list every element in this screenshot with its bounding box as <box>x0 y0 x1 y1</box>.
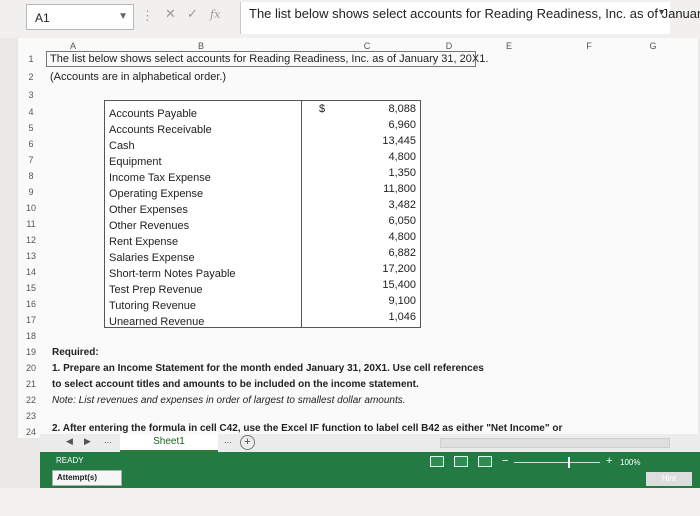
more-sheets-right[interactable]: ... <box>224 435 232 445</box>
row-header-14[interactable]: 14 <box>18 267 44 277</box>
row-header-10[interactable]: 10 <box>18 203 44 213</box>
account-name: Accounts Receivable <box>109 124 212 136</box>
required-line-3: 2. After entering the formula in cell C4… <box>52 423 563 434</box>
account-name: Accounts Payable <box>109 108 198 120</box>
account-amount: 4,800 <box>388 151 416 163</box>
tab-sheet1[interactable]: Sheet1 <box>120 434 218 452</box>
zoom-level: 100% <box>620 458 641 467</box>
account-amount: 1,046 <box>388 311 416 323</box>
account-amount: 6,882 <box>388 247 416 259</box>
required-note: Note: List revenues and expenses in orde… <box>52 395 406 406</box>
intro-line-1: The list below shows select accounts for… <box>50 53 489 65</box>
add-sheet-icon[interactable]: + <box>240 435 255 450</box>
status-bar: READY − + 100% Attempt(s) Hint <box>40 452 700 488</box>
row-header-11[interactable]: 11 <box>18 219 44 229</box>
account-amount: 17,200 <box>382 263 416 275</box>
row-header-17[interactable]: 17 <box>18 315 44 325</box>
account-amount: 15,400 <box>382 279 416 291</box>
currency-symbol: $ <box>319 103 326 115</box>
row-header-12[interactable]: 12 <box>18 235 44 245</box>
column-header-f[interactable]: F <box>574 38 604 54</box>
required-heading: Required: <box>52 347 99 358</box>
row-header-18[interactable]: 18 <box>18 331 44 341</box>
required-line-1: 1. Prepare an Income Statement for the m… <box>52 363 484 374</box>
account-amount: 13,445 <box>382 135 416 147</box>
account-name: Rent Expense <box>109 236 179 248</box>
row-header-20[interactable]: 20 <box>18 363 44 373</box>
row-header-6[interactable]: 6 <box>18 139 44 149</box>
row-header-15[interactable]: 15 <box>18 283 44 293</box>
account-amount: 9,100 <box>388 295 416 307</box>
account-amount: 4,800 <box>388 231 416 243</box>
bottom-area <box>0 488 700 516</box>
formula-bar: A1 ▼ ⋮ ✕ ✓ fx The list below shows selec… <box>0 0 700 38</box>
zoom-out-icon[interactable]: − <box>502 455 508 467</box>
row-header-13[interactable]: 13 <box>18 251 44 261</box>
prev-sheet-icon[interactable]: ◀ <box>66 436 73 447</box>
cancel-icon[interactable]: ✕ <box>165 6 176 22</box>
row-header-9[interactable]: 9 <box>18 187 44 197</box>
chevron-down-icon[interactable]: ▼ <box>118 11 128 22</box>
zoom-in-icon[interactable]: + <box>606 455 612 467</box>
attempts-label: Attempt(s) <box>52 470 122 486</box>
zoom-slider[interactable] <box>514 462 600 463</box>
zoom-slider-thumb[interactable] <box>568 457 570 468</box>
page-layout-view-icon[interactable] <box>454 456 468 467</box>
account-name: Salaries Expense <box>109 252 195 264</box>
hint-button[interactable]: Hint <box>646 472 692 486</box>
account-amount: 1,350 <box>388 167 416 179</box>
accounts-table: $ Accounts Payable 8,088 Accounts Receiv… <box>104 100 421 328</box>
account-name: Test Prep Revenue <box>109 284 203 296</box>
account-name: Other Expenses <box>109 204 188 216</box>
fx-icon[interactable]: fx <box>210 8 220 21</box>
account-name: Operating Expense <box>109 188 204 200</box>
row-header-21[interactable]: 21 <box>18 379 44 389</box>
expand-chevron-icon[interactable]: ▼ <box>657 7 666 17</box>
row-header-2[interactable]: 2 <box>18 72 44 82</box>
row-header-5[interactable]: 5 <box>18 123 44 133</box>
more-sheets-left[interactable]: ... <box>104 435 112 445</box>
account-name: Unearned Revenue <box>109 316 205 328</box>
horizontal-scrollbar[interactable] <box>440 438 670 448</box>
account-amount: 8,088 <box>388 103 416 115</box>
account-name: Income Tax Expense <box>109 172 211 184</box>
column-header-e[interactable]: E <box>494 38 524 54</box>
enter-check-icon[interactable]: ✓ <box>187 6 198 22</box>
account-amount: 11,800 <box>383 183 416 195</box>
sheet-tabs-bar: ◀ ▶ ... Sheet1 ... + <box>40 434 700 452</box>
separator-icon: ⋮ <box>141 8 154 23</box>
spreadsheet-grid[interactable]: A B C D E F G 1 2 3 4 5 6 7 8 9 10 11 12… <box>18 38 698 438</box>
ready-status: READY <box>56 456 84 465</box>
formula-content: The list below shows select accounts for… <box>249 6 700 21</box>
row-header-19[interactable]: 19 <box>18 347 44 357</box>
account-amount: 6,960 <box>388 119 416 131</box>
row-header-22[interactable]: 22 <box>18 395 44 405</box>
page-break-view-icon[interactable] <box>478 456 492 467</box>
row-header-7[interactable]: 7 <box>18 155 44 165</box>
account-name: Other Revenues <box>109 220 190 232</box>
row-header-16[interactable]: 16 <box>18 299 44 309</box>
normal-view-icon[interactable] <box>430 456 444 467</box>
account-amount: 6,050 <box>388 215 416 227</box>
cell-reference: A1 <box>35 11 50 25</box>
row-header-8[interactable]: 8 <box>18 171 44 181</box>
table-divider <box>301 101 302 327</box>
row-header-3[interactable]: 3 <box>18 90 44 100</box>
row-header-23[interactable]: 23 <box>18 411 44 421</box>
account-name: Cash <box>109 140 135 152</box>
formula-input[interactable]: The list below shows select accounts for… <box>240 2 700 34</box>
intro-line-2: (Accounts are in alphabetical order.) <box>50 71 227 83</box>
next-sheet-icon[interactable]: ▶ <box>84 436 91 447</box>
required-line-2: to select account titles and amounts to … <box>52 379 419 390</box>
account-name: Short-term Notes Payable <box>109 268 236 280</box>
account-name: Equipment <box>109 156 162 168</box>
account-name: Tutoring Revenue <box>109 300 197 312</box>
column-header-g[interactable]: G <box>638 38 668 54</box>
account-amount: 3,482 <box>388 199 416 211</box>
name-box[interactable]: A1 ▼ <box>26 4 134 30</box>
row-header-1[interactable]: 1 <box>18 54 44 64</box>
row-header-4[interactable]: 4 <box>18 107 44 117</box>
